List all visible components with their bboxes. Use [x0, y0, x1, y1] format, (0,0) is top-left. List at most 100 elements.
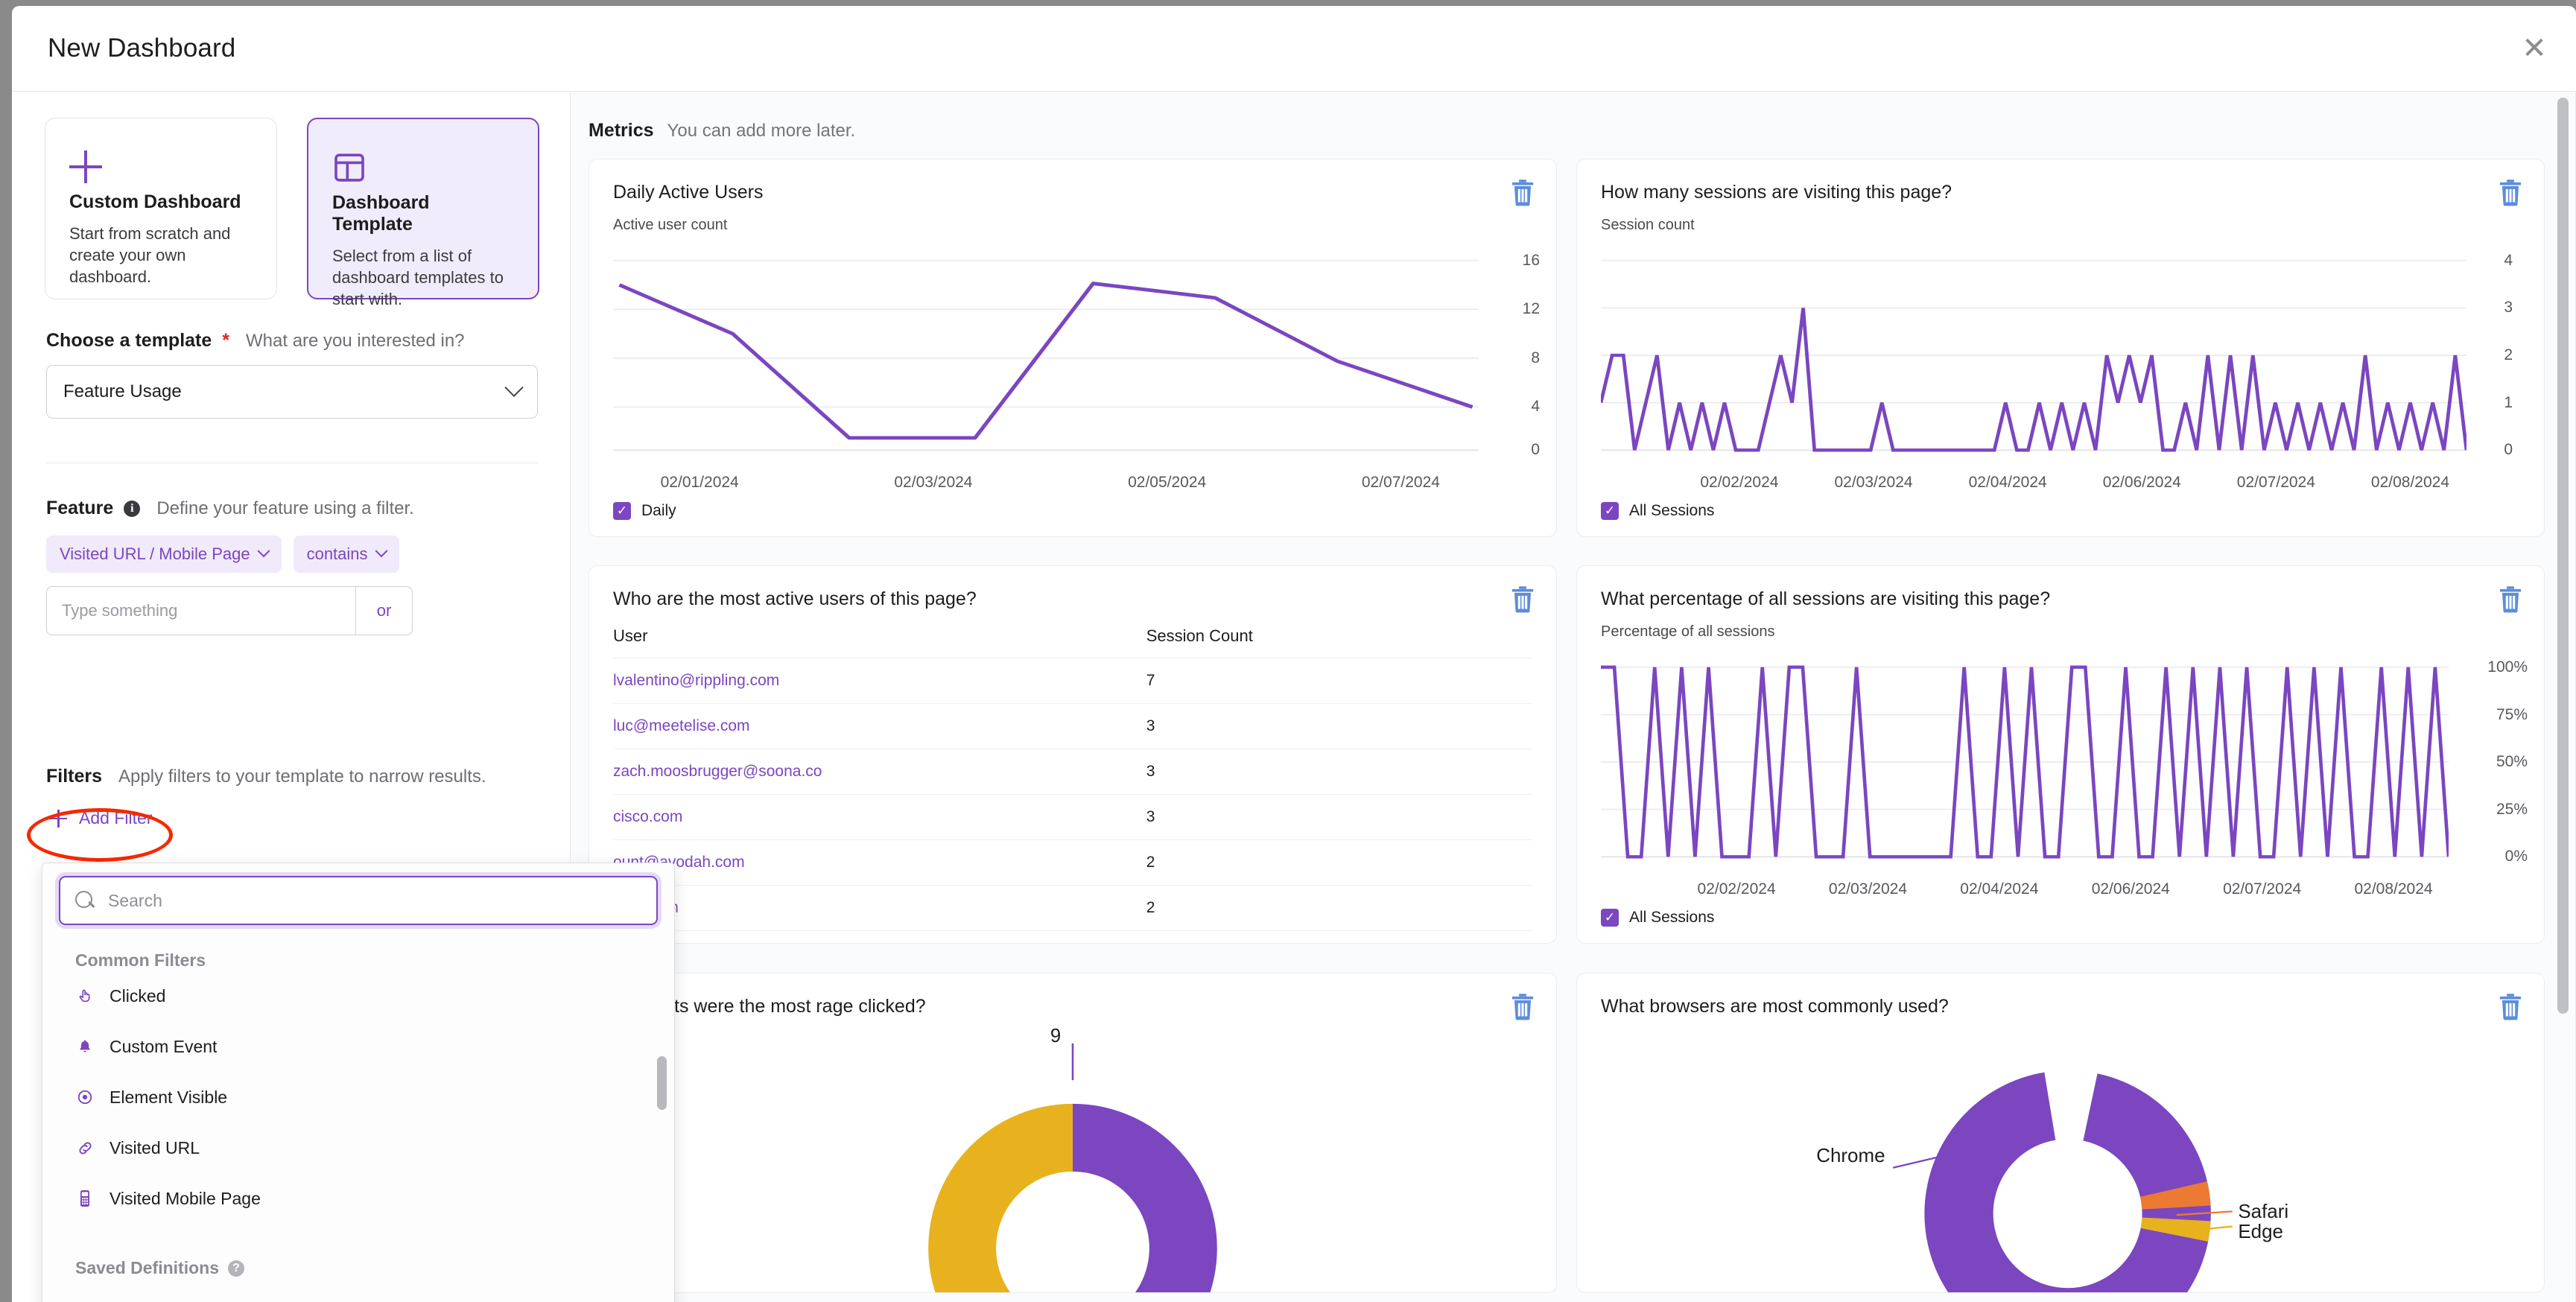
metrics-pane: Metrics You can add more later. Daily Ac… [571, 92, 2576, 1302]
all-sessions-legend-toggle: ✓ All Sessions [1601, 502, 1714, 520]
session-count-cell: 3 [1146, 703, 1532, 750]
dropdown-scrollbar-thumb[interactable] [657, 1056, 667, 1110]
user-link[interactable]: cisco.com [613, 808, 682, 825]
user-cell[interactable]: @its.com [613, 885, 1146, 932]
x-tick: 02/03/2024 [894, 474, 973, 491]
x-tick: 02/06/2024 [2091, 880, 2170, 898]
user-link[interactable]: luc@meetelise.com [613, 717, 750, 734]
table-row: zach.moosbrugger@soona.co 3 [613, 749, 1532, 796]
y-tick: 25% [2496, 801, 2528, 819]
user-cell[interactable]: lvalentino@rippling.com [613, 658, 1146, 705]
dropdown-scrollbar[interactable] [657, 1056, 667, 1302]
filter-search-box[interactable] [59, 876, 658, 925]
slice-value-label: 9 [1050, 1027, 1061, 1047]
x-tick: 02/05/2024 [1128, 474, 1207, 491]
filter-option-element-visible[interactable]: Element Visible [42, 1072, 674, 1122]
checkbox-all-sessions[interactable]: ✓ [1601, 909, 1619, 927]
session-count-cell: 3 [1146, 749, 1532, 796]
trash-icon[interactable] [1510, 993, 1535, 1021]
modal-header: New Dashboard ✕ [12, 6, 2576, 92]
feature-section: Feature i Define your feature using a fi… [46, 498, 538, 635]
y-tick: 4 [2504, 251, 2513, 269]
filter-options-list: Common Filters Clicked Custom Event Elem… [42, 950, 674, 1302]
dashboard-template-icon [332, 145, 514, 191]
filter-option-issue-details-modal[interactable]: Issue Details modal [42, 1289, 674, 1302]
feature-value-input[interactable] [47, 587, 355, 635]
mobile-phone-icon [75, 1189, 95, 1208]
metric-card-session-count: How many sessions are visiting this page… [1576, 159, 2545, 537]
session-count-cell: 2 [1146, 839, 1532, 886]
metric-cards-grid: Daily Active Users Active user count 16 … [589, 159, 2545, 1302]
required-indicator: * [222, 330, 230, 351]
y-tick: 2 [2504, 346, 2513, 363]
trash-icon[interactable] [1510, 179, 1535, 207]
search-input[interactable] [108, 890, 641, 911]
add-filter-label: Add Filter [79, 808, 153, 828]
user-cell[interactable]: @petsupermarket.com [613, 930, 1146, 944]
filter-option-visited-mobile-page[interactable]: Visited Mobile Page [42, 1173, 674, 1224]
filter-option-visited-url[interactable]: Visited URL [42, 1122, 674, 1173]
daily-active-users-chart: 16 12 8 4 0 02/01/2024 02/03/2024 02/05/… [613, 252, 1540, 491]
trash-icon[interactable] [1510, 585, 1535, 614]
feature-value-row: or [46, 586, 413, 635]
table-header-row: User Session Count [613, 626, 1532, 659]
card-title: Daily Active Users [613, 182, 764, 203]
checkbox-daily[interactable]: ✓ [613, 502, 631, 520]
session-count-chart: 4 3 2 1 0 02/02/2024 02/03/2024 02/04/20… [1599, 252, 2513, 491]
filter-search-wrap [42, 863, 674, 925]
custom-dashboard-desc: Start from scratch and create your own d… [69, 224, 231, 287]
user-link[interactable]: zach.moosbrugger@soona.co [613, 763, 822, 780]
filter-option-clicked[interactable]: Clicked [42, 971, 674, 1021]
checkbox-all-sessions[interactable]: ✓ [1601, 502, 1619, 520]
x-tick: 02/08/2024 [2370, 474, 2450, 491]
metric-card-rage-clicked: elements were the most rage clicked? 9 [589, 972, 1557, 1293]
feature-hint: Define your feature using a filter. [156, 498, 414, 518]
y-tick: 1 [2504, 393, 2513, 411]
card-title: What percentage of all sessions are visi… [1601, 588, 2051, 610]
x-tick: 02/08/2024 [2354, 880, 2433, 898]
close-icon[interactable]: ✕ [2518, 32, 2551, 65]
donut-svg: Chrome Safari Edge [1816, 1070, 2288, 1292]
custom-dashboard-card[interactable]: Custom Dashboard Start from scratch and … [45, 118, 277, 299]
custom-dashboard-title: Custom Dashboard [69, 191, 241, 212]
user-cell[interactable]: luc@meetelise.com [613, 703, 1146, 750]
user-cell[interactable]: ount@avodah.com [613, 839, 1146, 886]
filter-option-label: Visited URL [110, 1137, 200, 1157]
user-cell[interactable]: cisco.com [613, 794, 1146, 841]
new-dashboard-modal: New Dashboard ✕ Custom Dashboard Start f… [12, 6, 2576, 1302]
filter-group-label: Common Filters [75, 950, 206, 970]
trash-icon[interactable] [2498, 179, 2523, 207]
y-tick: 0 [1531, 440, 1540, 458]
template-select[interactable]: Feature Usage [46, 365, 538, 419]
user-cell[interactable]: zach.moosbrugger@soona.co [613, 749, 1146, 796]
modal-body: Custom Dashboard Start from scratch and … [12, 92, 2576, 1302]
help-icon[interactable]: ? [227, 1260, 244, 1277]
metrics-pane-scrollbar[interactable] [2557, 98, 2569, 1296]
feature-attribute-pill[interactable]: Visited URL / Mobile Page [46, 536, 282, 573]
filter-option-label: Visited Mobile Page [110, 1188, 261, 1208]
feature-operator-pill[interactable]: contains [293, 536, 399, 573]
link-icon [75, 1138, 95, 1157]
y-tick: 8 [1531, 349, 1540, 366]
add-filter-button[interactable]: Add Filter [46, 804, 155, 833]
y-tick: 100% [2487, 658, 2528, 676]
feature-or-button[interactable]: or [355, 587, 412, 635]
eye-icon [75, 1087, 95, 1107]
trash-icon[interactable] [2498, 585, 2523, 614]
trash-icon[interactable] [2498, 993, 2523, 1021]
pie-label-edge: Edge [2238, 1222, 2283, 1242]
dashboard-template-card[interactable]: Dashboard Template Select from a list of… [307, 118, 539, 308]
donut-svg: 9 [928, 1025, 1217, 1292]
x-tick: 02/01/2024 [660, 474, 739, 491]
card-subtitle: Session count [1601, 217, 1695, 233]
rage-clicked-donut: 9 [589, 1025, 1556, 1292]
chevron-down-icon [257, 544, 270, 558]
checkbox-label: All Sessions [1629, 502, 1715, 519]
percentage-sessions-chart: 100% 75% 50% 25% 0% 02/02/2024 02/03/202… [1601, 658, 2528, 898]
y-tick: 12 [1522, 299, 1540, 317]
x-tick: 02/07/2024 [2236, 474, 2315, 491]
info-icon[interactable]: i [124, 500, 141, 517]
metrics-pane-scrollbar-thumb[interactable] [2557, 98, 2569, 1014]
filter-option-custom-event[interactable]: Custom Event [42, 1021, 674, 1072]
user-link[interactable]: lvalentino@rippling.com [613, 672, 779, 689]
